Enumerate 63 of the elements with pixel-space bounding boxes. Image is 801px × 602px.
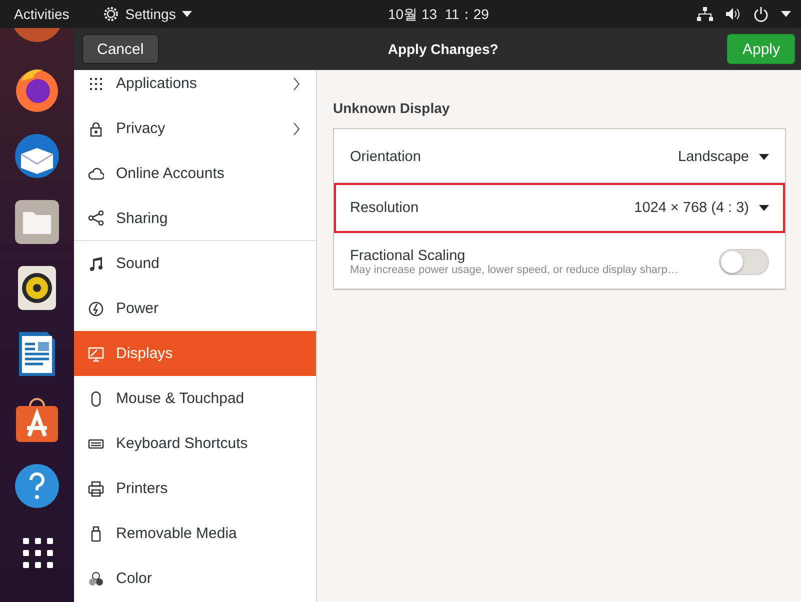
chevron-icon	[293, 122, 300, 136]
row-label: Fractional Scaling	[350, 248, 466, 264]
sidebar-item-label: Power	[116, 300, 160, 317]
sidebar-item[interactable]: Sharing	[74, 196, 316, 241]
note-icon	[88, 256, 104, 272]
sidebar-item-label: Color	[116, 570, 153, 587]
row-description: May increase power usage, lower speed, or reduce display sharp…	[350, 264, 680, 276]
power-icon[interactable]	[753, 6, 769, 22]
row-label: Orientation	[350, 148, 421, 164]
dropdown-row[interactable]: Resolution 1024 × 768 (4 : 3)	[334, 183, 785, 233]
volume-icon[interactable]	[725, 7, 741, 21]
sidebar-item[interactable]: Mouse & Touchpad	[74, 376, 316, 421]
sidebar-item-label: Mouse & Touchpad	[116, 390, 246, 407]
sidebar-item-label: Keyboard Shortcuts	[116, 435, 249, 452]
row-value: 1024 × 768 (4 : 3)	[634, 200, 749, 216]
caret-icon	[182, 11, 192, 17]
sidebar-item[interactable]: Removable Media	[74, 511, 316, 556]
power-icon	[88, 300, 104, 316]
sidebar-item-label: Sharing	[116, 210, 169, 226]
printer-icon	[88, 480, 104, 496]
color-icon	[88, 570, 104, 586]
share-icon	[88, 210, 104, 226]
display-icon	[88, 346, 104, 362]
section-title: Unknown Display	[333, 100, 451, 116]
lock-icon	[88, 120, 104, 136]
sidebar-item[interactable]: Displays	[74, 331, 316, 376]
row-value: Landscape	[678, 148, 749, 164]
grid-icon	[88, 76, 104, 92]
sidebar-item[interactable]: Online Accounts	[74, 151, 316, 196]
network-icon[interactable]	[697, 7, 713, 21]
sidebar-item[interactable]: Color	[74, 556, 316, 601]
row-label: Resolution	[350, 200, 419, 216]
sidebar-item[interactable]: Applications	[74, 70, 316, 106]
dialog-title: Apply Changes?	[386, 41, 500, 57]
sidebar-item[interactable]: Keyboard Shortcuts	[74, 421, 316, 466]
cloud-icon	[88, 166, 104, 182]
folder-icon[interactable]	[13, 198, 61, 246]
app-menu[interactable]: Settings	[103, 6, 192, 22]
sidebar-item[interactable]: Sound	[74, 241, 316, 286]
sidebar-item-label: Applications	[116, 75, 198, 92]
app-menu-label: Settings	[125, 6, 176, 22]
sidebar-item-label: Privacy	[116, 120, 166, 137]
dropdown-row[interactable]: Orientation Landscape	[334, 129, 785, 183]
sidebar-item-label: Displays	[116, 345, 174, 362]
sidebar-item[interactable]: Privacy	[74, 106, 316, 151]
sidebar-item-label: Removable Media	[116, 525, 238, 542]
sidebar-item-label: Printers	[116, 480, 169, 497]
sidebar-item[interactable]: Printers	[74, 466, 316, 511]
caret-icon	[781, 11, 791, 17]
toggle-switch[interactable]	[719, 248, 769, 274]
gear-icon	[103, 6, 120, 22]
cancel-button[interactable]: Cancel	[82, 34, 159, 64]
clock[interactable]: 10월 13 11：29	[388, 6, 489, 24]
sidebar-item-label: Online Accounts	[116, 165, 226, 182]
activities-button[interactable]: Activities	[14, 6, 70, 22]
sidebar-item-label: Sound	[116, 255, 160, 272]
mail-icon[interactable]	[13, 132, 61, 180]
sidebar-item[interactable]: Power	[74, 286, 316, 331]
help-icon[interactable]	[13, 462, 61, 510]
chevron-icon	[293, 76, 300, 90]
shopping-bag-icon[interactable]	[13, 396, 61, 444]
caret-icon	[759, 205, 769, 211]
caret-icon	[759, 154, 769, 160]
